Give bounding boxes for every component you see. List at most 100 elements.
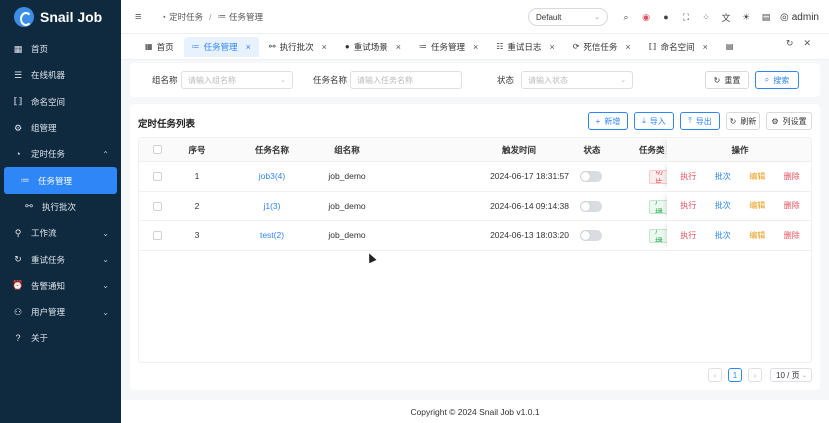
tab[interactable]: ⚯ 执行批次 × [261, 37, 335, 57]
sidebar-item[interactable]: ↻ 重试任务 ⌄ [0, 246, 121, 272]
tab-label: 执行批次 [279, 41, 314, 52]
sidebar-item[interactable]: ? 关于 [0, 325, 121, 351]
header-trigger-time: 触发时间 [501, 144, 536, 155]
close-icon[interactable]: × [703, 42, 708, 52]
refresh-icon: ↻ [729, 116, 737, 126]
fullscreen-icon[interactable]: ⛶ [676, 12, 696, 23]
tab[interactable]: ▤ [718, 37, 746, 57]
row-checkbox[interactable] [153, 231, 162, 241]
tab[interactable]: ▦ 首页 [137, 37, 182, 57]
edit-button[interactable]: 编辑 [749, 171, 765, 182]
close-icon[interactable]: × [473, 42, 478, 52]
status-select[interactable]: 请输入状态 ⌄ [521, 71, 633, 89]
batch-button[interactable]: 批次 [715, 200, 731, 211]
sidebar-item[interactable]: ⚲ 工作流 ⌄ [0, 220, 121, 246]
tab[interactable]: ⟦⟧ 命名空间 × [641, 37, 716, 57]
tab[interactable]: ● 重试场景 × [337, 37, 409, 57]
tab-tools: ↻ ✕ [776, 38, 811, 49]
sidebar-item-label: 告警通知 [31, 280, 66, 291]
row-actions: 执行 批次 编辑 删除 [667, 221, 811, 250]
task-name-link[interactable]: test(2) [234, 230, 310, 240]
tab[interactable]: ≔ 任务管理 × [411, 37, 486, 57]
search-button[interactable]: ⌕ 搜索 [755, 71, 799, 89]
tab[interactable]: ≔ 任务管理 × [183, 36, 259, 57]
plus-icon: + [595, 116, 601, 126]
status-toggle[interactable] [580, 171, 602, 182]
breadcrumb-item: 任务管理 [229, 11, 264, 22]
select-all-checkbox[interactable] [153, 145, 162, 154]
users-icon: ⚇ [13, 306, 23, 317]
user-menu[interactable]: ◎ admin [780, 12, 819, 23]
about-icon: ? [15, 333, 21, 344]
tab-label: 重试日志 [507, 41, 542, 52]
status-toggle[interactable] [580, 200, 602, 212]
reset-button[interactable]: ↻ 重置 [705, 71, 749, 89]
reload-icon[interactable]: ↻ [786, 38, 794, 49]
upload-icon: ⤒ [688, 116, 692, 125]
delete-button[interactable]: 删除 [784, 230, 800, 241]
sidebar-item[interactable]: ⚯ 执行批次 [0, 194, 121, 220]
tab-bar: ▦ 首页 ≔ 任务管理 × ⚯ 执行批次 × ● 重试场景 × ≔ 任务管理 × ☷ 重试日志 × ⟳ 死信任务 × ⟦… [121, 34, 829, 60]
chevron-down-icon: ⌄ [801, 372, 807, 379]
add-button[interactable]: + 新增 [588, 112, 628, 130]
column-settings-button[interactable]: ⚙ 列设置 [766, 112, 812, 130]
breadcrumb-item[interactable]: 定时任务 [169, 11, 203, 23]
sidebar-item[interactable]: ⟦⟧ 命名空间 [0, 89, 121, 115]
close-icon[interactable]: × [625, 42, 630, 52]
sidebar-item[interactable]: ⚙ 组管理 [0, 115, 121, 141]
close-icon[interactable]: × [246, 42, 251, 52]
group-select[interactable]: 请输入组名称 ⌄ [181, 71, 293, 89]
alarm-icon: ⏰ [12, 280, 24, 291]
execute-button[interactable]: 执行 [680, 171, 696, 182]
tab[interactable]: ☷ 重试日志 × [488, 37, 562, 57]
sidebar-item[interactable]: ▦ 首页 [0, 36, 121, 62]
sidebar-item[interactable]: ⚇ 用户管理 ⌄ [0, 299, 121, 325]
close-icon[interactable]: × [549, 42, 554, 52]
status-label: 状态 [497, 75, 515, 85]
task-name-input[interactable]: 请输入任务名称 [350, 71, 462, 89]
status-toggle[interactable] [580, 230, 602, 242]
execute-button[interactable]: 执行 [680, 200, 696, 211]
next-page-button[interactable]: › [748, 368, 762, 382]
row-index: 2 [194, 200, 200, 211]
delete-button[interactable]: 删除 [784, 171, 800, 182]
prev-page-button[interactable]: ‹ [708, 368, 722, 382]
edit-button[interactable]: 编辑 [749, 200, 765, 211]
translate-icon[interactable]: 文 [716, 11, 736, 24]
close-icon[interactable]: × [396, 42, 401, 52]
theme-sun-icon[interactable]: ☀ [736, 12, 756, 23]
row-checkbox[interactable] [153, 172, 162, 181]
user-name: admin [791, 11, 819, 23]
trigger-time-cell: 2024-06-14 09:14:38 [490, 200, 569, 211]
export-button[interactable]: ⤒ 导出 [680, 112, 720, 130]
refresh-button[interactable]: ↻ 刷新 [726, 112, 760, 130]
close-all-icon[interactable]: ✕ [803, 38, 811, 49]
doc-icon[interactable]: ▤ [756, 12, 776, 23]
settings-icon[interactable]: ⁘ [696, 12, 716, 23]
github-icon[interactable]: ● [656, 12, 676, 22]
header-group-name: 组名称 [334, 144, 360, 155]
execute-button[interactable]: 执行 [680, 230, 696, 241]
row-checkbox[interactable] [153, 201, 162, 211]
import-button[interactable]: ⤓ 导入 [634, 112, 674, 130]
menu-toggle-icon[interactable]: ≡ [135, 11, 149, 23]
batch-button[interactable]: 批次 [715, 230, 731, 241]
delete-button[interactable]: 删除 [784, 200, 800, 211]
close-icon[interactable]: × [322, 42, 327, 52]
edit-button[interactable]: 编辑 [749, 230, 765, 241]
app-logo[interactable]: Snail Job [0, 0, 121, 34]
batch-button[interactable]: 批次 [715, 171, 731, 182]
page-size-select[interactable]: 10 / 页 ⌄ [770, 368, 812, 382]
task-type-tag: 切片 [649, 170, 669, 184]
tab[interactable]: ⟳ 死信任务 × [565, 37, 639, 57]
sidebar-item[interactable]: ☰ 在线机器 [0, 62, 121, 88]
record-icon[interactable]: ◉ [636, 12, 656, 23]
task-name-link[interactable]: job3(4) [234, 171, 310, 181]
sidebar-item[interactable]: ⏰ 告警通知 ⌄ [0, 273, 121, 299]
sidebar-item[interactable]: ≔ 任务管理 [4, 167, 117, 194]
namespace-select[interactable]: Default ⌄ [528, 8, 609, 26]
task-name-link[interactable]: j1(3) [234, 201, 310, 211]
search-icon[interactable]: ⌕ [616, 12, 636, 23]
page-button[interactable]: 1 [728, 368, 742, 382]
sidebar-item[interactable]: ◔ 定时任务 ⌃ [0, 141, 121, 167]
